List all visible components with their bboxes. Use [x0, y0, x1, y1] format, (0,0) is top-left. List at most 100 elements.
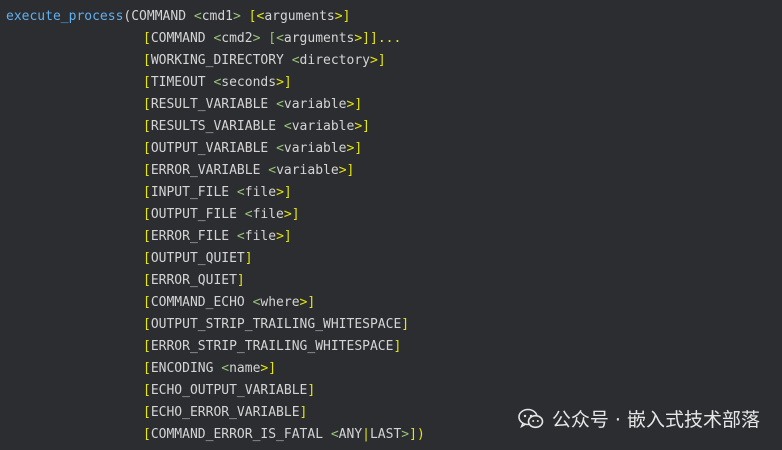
code-token: ] — [307, 383, 316, 398]
code-token: >] — [354, 119, 370, 134]
code-token: [ — [143, 185, 151, 200]
code-token: ] — [244, 251, 253, 266]
code-token: >] — [338, 163, 355, 178]
code-token: OUTPUT_FILE — [150, 207, 245, 222]
code-line: [ERROR_FILE <file>] — [6, 226, 425, 248]
code-line: [COMMAND <cmd2> [<arguments>]]... — [6, 28, 425, 50]
code-token: variable — [276, 163, 339, 178]
code-token: [ — [143, 141, 151, 156]
code-token: [ — [143, 97, 151, 112]
code-token: COMMAND_ECHO — [150, 295, 253, 310]
code-token: ANY — [338, 427, 363, 442]
code-token: >] — [370, 53, 386, 68]
code-token: [ — [143, 207, 151, 222]
code-token: < — [236, 185, 245, 200]
code-token: ERROR_STRIP_TRAILING_WHITESPACE — [150, 339, 394, 354]
code-line: [ENCODING <name>] — [6, 358, 425, 380]
code-token: [ — [143, 31, 151, 46]
code-token: variable — [291, 119, 355, 134]
code-token: > — [401, 427, 410, 442]
code-token: < — [193, 9, 202, 24]
code-token: [ — [143, 251, 151, 266]
code-token: < — [283, 119, 292, 134]
code-line: [ECHO_OUTPUT_VARIABLE] — [6, 380, 425, 402]
code-token: cmd1 — [201, 9, 233, 24]
code-token: seconds — [221, 75, 277, 90]
code-token: file — [252, 207, 284, 222]
code-token: OUTPUT_STRIP_TRAILING_WHITESPACE — [150, 317, 402, 332]
code-token: OUTPUT_QUIET — [150, 251, 245, 266]
code-line: [COMMAND_ECHO <where>] — [6, 292, 425, 314]
code-token: COMMAND — [150, 31, 214, 46]
code-token: < — [268, 163, 277, 178]
code-token: [ — [143, 427, 151, 442]
code-token: ] — [236, 273, 245, 288]
code-token: < — [221, 361, 230, 376]
wechat-icon — [518, 408, 544, 430]
code-line: [RESULT_VARIABLE <variable>] — [6, 94, 425, 116]
code-token: ] — [401, 317, 410, 332]
code-token: COMMAND_ERROR_IS_FATAL — [150, 427, 331, 442]
code-line: [OUTPUT_QUIET] — [6, 248, 425, 270]
code-token: ERROR_VARIABLE — [150, 163, 269, 178]
code-token: [ — [143, 361, 151, 376]
code-line: [ERROR_QUIET] — [6, 270, 425, 292]
code-line: [OUTPUT_VARIABLE <variable>] — [6, 138, 425, 160]
code-line: [WORKING_DIRECTORY <directory>] — [6, 50, 425, 72]
code-token: | — [362, 427, 370, 442]
code-line: [COMMAND_ERROR_IS_FATAL <ANY|LAST>]) — [6, 424, 425, 446]
code-token: LAST — [369, 427, 402, 442]
code-token: ] — [299, 405, 308, 420]
code-token: cmd2 — [221, 31, 253, 46]
code-token: WORKING_DIRECTORY — [150, 53, 292, 68]
code-token: < — [291, 53, 300, 68]
code-token: >] — [276, 229, 292, 244]
code-token: < — [276, 141, 284, 156]
code-token: [ — [143, 163, 151, 178]
code-token: file — [244, 185, 277, 200]
code-token: [ — [143, 405, 151, 420]
code-token: [ — [143, 273, 151, 288]
code-token: file — [244, 229, 277, 244]
code-token: >] — [260, 361, 277, 376]
code-token: ECHO_ERROR_VARIABLE — [150, 405, 300, 420]
code-token: OUTPUT_VARIABLE — [150, 141, 277, 156]
code-token: [ — [143, 383, 151, 398]
code-block: execute_process(COMMAND <cmd1> [<argumen… — [6, 6, 425, 446]
code-token: ERROR_QUIET — [150, 273, 237, 288]
code-token: >] — [346, 141, 363, 156]
code-token: [ — [143, 119, 151, 134]
code-token: < — [330, 427, 339, 442]
code-line: [TIMEOUT <seconds>] — [6, 72, 425, 94]
code-token: RESULTS_VARIABLE — [150, 119, 284, 134]
code-token: >] — [283, 207, 300, 222]
code-token: variable — [283, 97, 347, 112]
code-token: ECHO_OUTPUT_VARIABLE — [150, 383, 308, 398]
code-line: [RESULTS_VARIABLE <variable>] — [6, 116, 425, 138]
code-token: >] — [299, 295, 316, 310]
code-token: where — [260, 295, 300, 310]
code-token: (COMMAND — [123, 9, 194, 24]
watermark: 公众号 · 嵌入式技术部落 — [518, 405, 760, 432]
code-token: ENCODING — [150, 361, 222, 376]
code-line: [OUTPUT_STRIP_TRAILING_WHITESPACE] — [6, 314, 425, 336]
code-token: >] — [276, 75, 292, 90]
code-token: ] — [393, 339, 402, 354]
function-name: execute_process — [6, 9, 124, 24]
code-token: RESULT_VARIABLE — [150, 97, 277, 112]
code-line: [ERROR_STRIP_TRAILING_WHITESPACE] — [6, 336, 425, 358]
code-token: >]]... — [354, 31, 402, 46]
code-line: [ERROR_VARIABLE <variable>] — [6, 160, 425, 182]
code-line: [OUTPUT_FILE <file>] — [6, 204, 425, 226]
code-token: >] — [276, 185, 292, 200]
code-token: ]) — [409, 427, 425, 442]
code-line: [ECHO_ERROR_VARIABLE] — [6, 402, 425, 424]
code-token: >] — [346, 97, 363, 112]
code-token: TIMEOUT — [150, 75, 214, 90]
code-token: [ — [143, 339, 151, 354]
code-token: [ — [143, 317, 151, 332]
code-token: < — [244, 207, 253, 222]
code-editor: execute_process(COMMAND <cmd1> [<argumen… — [0, 0, 782, 450]
code-line: [INPUT_FILE <file>] — [6, 182, 425, 204]
code-token: directory — [299, 53, 370, 68]
